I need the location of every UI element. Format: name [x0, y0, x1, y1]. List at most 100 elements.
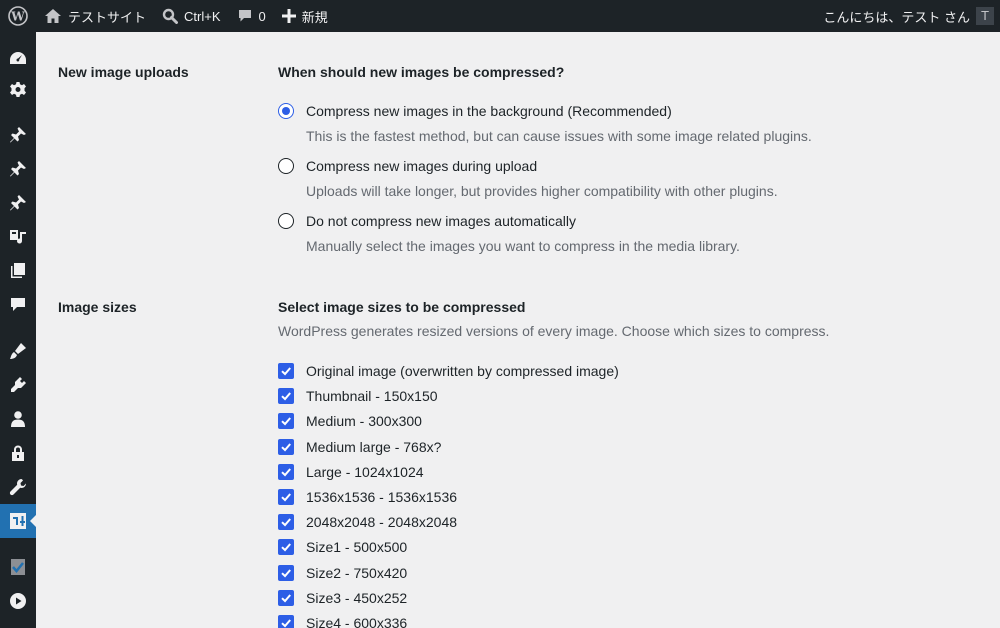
checkbox-checked[interactable]: [278, 413, 294, 430]
svg-text:W: W: [10, 10, 25, 24]
image-size-checkbox-row[interactable]: Medium - 300x300: [278, 413, 422, 430]
sidebar-item-media[interactable]: [0, 220, 36, 254]
sidebar-item-posts[interactable]: [0, 118, 36, 152]
play-icon: [10, 593, 26, 609]
greeting-text: こんにちは、テスト さん: [823, 9, 970, 25]
pin-icon: [10, 161, 26, 177]
site-name: テストサイト: [68, 9, 147, 25]
image-size-checkbox-row[interactable]: Size4 - 600x336: [278, 615, 407, 628]
sidebar-item-pages[interactable]: [0, 254, 36, 288]
sidebar-item-comments[interactable]: [0, 288, 36, 322]
image-size-checkbox-row[interactable]: 2048x2048 - 2048x2048: [278, 514, 458, 531]
dashboard-icon: [10, 52, 26, 64]
sidebar-item-users[interactable]: [0, 402, 36, 436]
new-label: 新規: [301, 9, 328, 25]
plugins-icon: [11, 377, 26, 392]
image-size-label: Original image (overwritten by compresse…: [306, 363, 619, 379]
image-size-checkbox-row[interactable]: Size1 - 500x500: [278, 539, 408, 556]
compression-question: When should new images be compressed?: [278, 64, 565, 80]
radio-button[interactable]: [278, 158, 294, 174]
image-size-checkbox-row[interactable]: Size2 - 750x420: [278, 564, 408, 581]
pin-icon: [10, 195, 26, 211]
comments-link[interactable]: 0: [229, 0, 274, 32]
plus-icon: [281, 9, 296, 23]
option-description: This is the fastest method, but can caus…: [306, 128, 812, 144]
image-size-label: Size2 - 750x420: [306, 564, 408, 581]
image-size-checkbox-row[interactable]: 1536x1536 - 1536x1536: [278, 489, 457, 505]
tools-icon: [9, 479, 26, 496]
image-size-checkbox-row[interactable]: Large - 1024x1024: [278, 463, 424, 480]
wordpress-logo-icon: W: [8, 6, 28, 26]
image-size-checkbox-row[interactable]: Thumbnail - 150x150: [278, 388, 438, 405]
radio-button-checked[interactable]: [278, 103, 294, 119]
sidebar-item-custom-post-1[interactable]: [0, 152, 36, 186]
pin-icon: [10, 127, 26, 143]
shield-check-icon: [11, 559, 25, 575]
sidebar-item-security[interactable]: [0, 436, 36, 470]
sidebar-item-appearance[interactable]: [0, 334, 36, 368]
checkmark-icon: [281, 543, 291, 552]
checkmark-icon: [281, 594, 291, 603]
image-size-label: Medium - 300x300: [306, 413, 422, 430]
sidebar-item-tools[interactable]: [0, 470, 36, 504]
checkbox-checked[interactable]: [278, 363, 294, 379]
checkmark-icon: [281, 568, 291, 578]
sidebar-item-media-player[interactable]: [0, 584, 36, 618]
checkmark-icon: [281, 442, 291, 452]
sidebar-item-settings[interactable]: [0, 504, 36, 538]
new-uploads-label: New image uploads: [58, 64, 189, 80]
sidebar-item-dashboard[interactable]: [0, 42, 36, 76]
sidebar-item-security-check[interactable]: [0, 550, 36, 584]
radio-compress-during-upload[interactable]: Compress new images during upload: [278, 158, 537, 174]
gear-icon: [10, 82, 26, 97]
image-size-label: Large - 1024x1024: [306, 463, 424, 480]
radio-label: Compress new images during upload: [306, 158, 538, 174]
comment-bubble-icon: [238, 10, 251, 22]
radio-do-not-compress[interactable]: Do not compress new images automatically: [278, 213, 576, 229]
image-size-label: 2048x2048 - 2048x2048: [306, 514, 458, 531]
lock-icon: [12, 445, 24, 461]
sidebar-item-custom-post-2[interactable]: [0, 186, 36, 220]
image-size-label: Medium large - 768x?: [306, 438, 442, 455]
radio-label: Do not compress new images automatically: [306, 213, 577, 229]
checkbox-checked[interactable]: [278, 463, 294, 480]
wordpress-logo-button[interactable]: W: [0, 0, 36, 32]
option-description: Uploads will take longer, but provides h…: [306, 183, 778, 199]
radio-compress-background[interactable]: Compress new images in the background (R…: [278, 103, 672, 119]
checkbox-checked[interactable]: [278, 589, 294, 606]
checkbox-checked[interactable]: [278, 388, 294, 405]
image-size-checkbox-row[interactable]: Medium large - 768x?: [278, 438, 442, 455]
image-size-checkbox-row[interactable]: Original image (overwritten by compresse…: [278, 363, 619, 379]
checkbox-checked[interactable]: [278, 539, 294, 556]
site-name-link[interactable]: テストサイト: [36, 0, 154, 32]
image-size-label: 1536x1536 - 1536x1536: [306, 489, 458, 505]
image-size-label: Thumbnail - 150x150: [306, 388, 438, 405]
radio-button[interactable]: [278, 213, 294, 229]
checkmark-icon: [281, 518, 291, 527]
users-icon: [11, 411, 25, 427]
new-content-link[interactable]: 新規: [274, 0, 336, 32]
image-sizes-description: WordPress generates resized versions of …: [278, 323, 830, 339]
admin-sidebar: [0, 32, 36, 628]
checkmark-icon: [281, 619, 291, 628]
checkbox-checked[interactable]: [278, 514, 294, 531]
sidebar-item-plugins[interactable]: [0, 368, 36, 402]
image-size-label: Size4 - 600x336: [306, 615, 408, 628]
checkbox-checked[interactable]: [278, 564, 294, 581]
image-sizes-title: Select image sizes to be compressed: [278, 299, 526, 315]
search-icon: [162, 8, 179, 24]
settings-content: New image uploads When should new images…: [36, 32, 1000, 628]
checkbox-checked[interactable]: [278, 489, 294, 505]
my-account-link[interactable]: こんにちは、テスト さん T: [815, 0, 1000, 32]
image-size-checkbox-row[interactable]: Size3 - 450x252: [278, 589, 407, 606]
checkbox-checked[interactable]: [278, 438, 294, 455]
pages-icon: [11, 263, 25, 278]
checkmark-icon: [281, 468, 291, 477]
image-size-label: Size1 - 500x500: [306, 539, 408, 556]
sidebar-item-settings-general[interactable]: [0, 73, 36, 107]
command-search-button[interactable]: Ctrl+K: [154, 0, 228, 32]
checkbox-checked[interactable]: [278, 615, 294, 628]
admin-bar: W テストサイト Ctrl+K 0 新規 こんにちは、テスト さん T: [0, 0, 1000, 32]
comments-icon: [11, 298, 25, 311]
home-icon: [45, 9, 61, 23]
